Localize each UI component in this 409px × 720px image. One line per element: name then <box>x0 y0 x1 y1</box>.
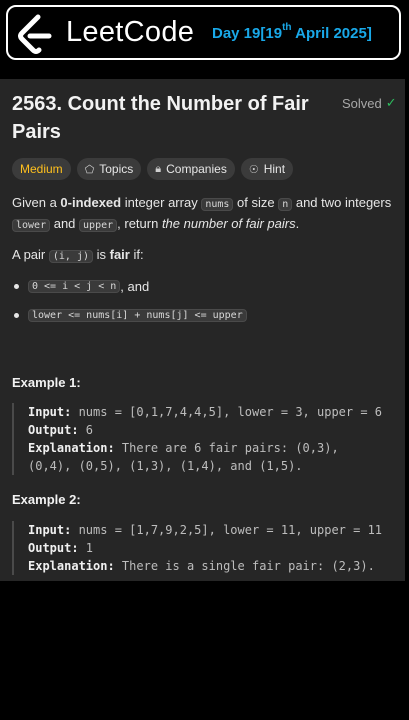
example-2-title: Example 2: <box>12 492 81 507</box>
problem-description: Given a 0-indexed integer array nums of … <box>12 195 392 232</box>
topics-button[interactable]: ⬠ Topics <box>76 158 142 180</box>
condition-item-1: 0 <= i < j < n, and <box>14 279 149 294</box>
companies-button[interactable]: 🔒︎ Companies <box>147 158 235 180</box>
example-1-block: Input: nums = [0,1,7,4,4,5], lower = 3, … <box>12 403 402 475</box>
difficulty-badge[interactable]: Medium <box>12 158 71 180</box>
check-circle-icon: ✓ <box>385 95 397 110</box>
example-2-block: Input: nums = [1,7,9,2,5], lower = 11, u… <box>12 521 402 575</box>
tag-icon: ⬠ <box>84 163 95 176</box>
header-banner: LeetCode Day 19[19th April 2025] <box>6 5 401 60</box>
tag-row: Medium ⬠ Topics 🔒︎ Companies ☉ Hint <box>12 158 294 180</box>
problem-title: 2563. Count the Number of Fair Pairs <box>12 93 309 143</box>
brand-name: LeetCode <box>66 16 195 48</box>
fair-definition: A pair (i, j) is fair if: <box>12 247 144 263</box>
solved-status: Solved ✓ <box>342 95 397 111</box>
leetcode-logo-icon <box>18 14 52 54</box>
hint-button[interactable]: ☉ Hint <box>240 158 294 180</box>
example-1-title: Example 1: <box>12 375 81 390</box>
problem-panel: 2563. Count the Number of Fair Pairs Sol… <box>0 79 405 581</box>
condition-item-2: lower <= nums[i] + nums[j] <= upper <box>14 309 247 322</box>
lightbulb-icon: ☉ <box>248 163 259 176</box>
lock-icon: 🔒︎ <box>155 162 162 175</box>
day-label: Day 19[19th April 2025] <box>212 22 372 42</box>
